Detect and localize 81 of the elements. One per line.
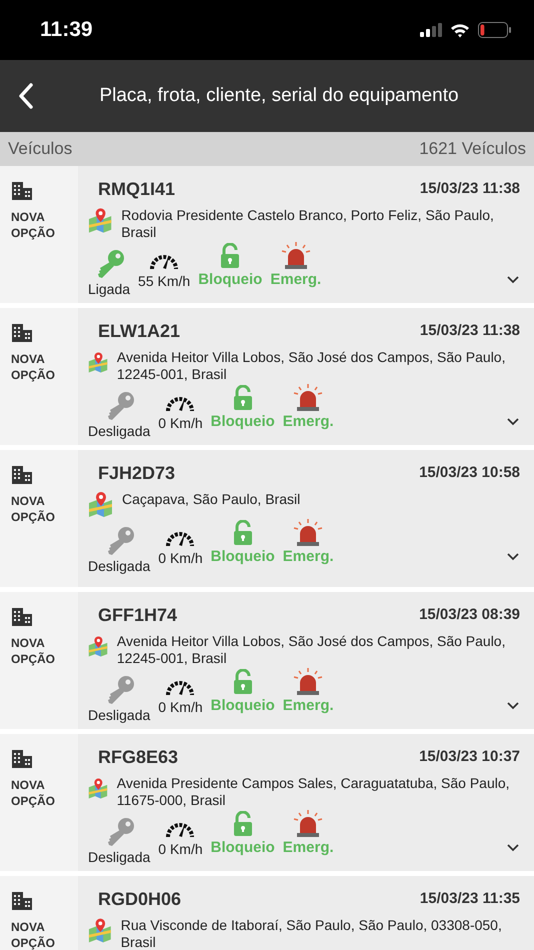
timestamp: 15/03/23 10:58 <box>419 463 520 484</box>
emergency-button[interactable]: Emerg. <box>270 241 322 292</box>
map-pin-icon <box>88 917 113 944</box>
ignition-status: Desligada <box>88 422 150 441</box>
ignition-status: Desligada <box>88 706 150 725</box>
vehicle-count: 1621 Veículos <box>419 138 526 160</box>
timestamp: 15/03/23 08:39 <box>419 605 520 626</box>
chevron-down-icon <box>506 274 520 284</box>
chevron-down-icon <box>506 842 520 852</box>
group-label: NOVA OPÇÃO <box>11 351 56 383</box>
vehicle-plate: RMQ1I41 <box>97 178 176 201</box>
chevron-down-icon <box>506 416 520 426</box>
emergency-button[interactable]: Emerg. <box>282 518 334 568</box>
timestamp: 15/03/23 11:35 <box>420 889 520 910</box>
map-pin-icon <box>88 491 114 518</box>
group-label: NOVA OPÇÃO <box>11 635 56 667</box>
expand-button[interactable] <box>506 416 520 426</box>
siren-icon <box>292 383 324 411</box>
speed-reading: 0 Km/h <box>158 414 203 432</box>
unlocked-padlock-icon <box>232 669 254 695</box>
timestamp: 15/03/23 10:37 <box>419 747 520 768</box>
vehicle-address: Avenida Presidente Campos Sales, Caraguatatuba, São Paulo, 11675-000, Brasil <box>116 775 511 809</box>
expand-button[interactable] <box>506 700 520 710</box>
timestamp: 15/03/23 11:38 <box>420 321 520 342</box>
wifi-icon <box>450 22 470 38</box>
group-label: NOVA OPÇÃO <box>11 777 56 809</box>
siren-icon <box>292 518 324 546</box>
chevron-down-icon <box>506 700 520 710</box>
vehicle-address: Caçapava, São Paulo, Brasil <box>122 491 300 508</box>
group-label: NOVA OPÇÃO <box>11 493 56 525</box>
block-button[interactable]: Bloqueio <box>210 520 275 568</box>
expand-button[interactable] <box>506 274 520 284</box>
vehicle-address: Rodovia Presidente Castelo Branco, Porto Feliz, São Paulo, Brasil <box>121 207 495 241</box>
ignition-status: Desligada <box>88 556 150 576</box>
speed-reading: 0 Km/h <box>158 840 203 858</box>
unlocked-padlock-icon <box>219 243 242 269</box>
building-icon <box>11 890 33 911</box>
signal-icon <box>420 23 442 37</box>
page-title: Placa, frota, cliente, serial do equipamento <box>98 84 460 108</box>
clock-time: 11:39 <box>40 17 93 44</box>
vehicle-plate: ELW1A21 <box>97 320 180 343</box>
unlocked-padlock-icon <box>232 385 254 411</box>
back-icon <box>18 83 34 109</box>
unlocked-padlock-icon <box>232 811 254 837</box>
block-button[interactable]: Bloqueio <box>210 385 275 434</box>
block-button[interactable]: Bloqueio <box>210 669 275 718</box>
building-icon <box>11 606 33 627</box>
siren-icon <box>292 809 324 837</box>
block-button[interactable]: Bloqueio <box>210 811 275 860</box>
ignition-status: Desligada <box>88 848 150 867</box>
siren-icon <box>280 241 312 269</box>
speed-reading: 55 Km/h <box>138 272 190 290</box>
speed-reading: 0 Km/h <box>158 548 203 568</box>
unlocked-padlock-icon <box>232 520 254 546</box>
battery-icon <box>478 22 512 38</box>
emergency-button[interactable]: Emerg. <box>282 809 334 860</box>
group-label: NOVA OPÇÃO <box>11 209 56 241</box>
timestamp: 15/03/23 11:38 <box>420 179 520 200</box>
ignition-status: Ligada <box>88 280 130 299</box>
block-button[interactable]: Bloqueio <box>198 243 262 292</box>
chevron-down-icon <box>506 552 520 560</box>
vehicle-address: Avenida Heitor Villa Lobos, São José dos Campos, São Paulo, 12245-001, Brasil <box>116 633 506 667</box>
vehicle-plate: RFG8E63 <box>97 746 178 769</box>
vehicle-plate: FJH2D73 <box>97 462 176 485</box>
section-label: Veículos <box>8 138 72 160</box>
group-label: NOVA OPÇÃO <box>11 919 56 950</box>
vehicle-plate: RGD0H06 <box>97 888 182 911</box>
speed-reading: 0 Km/h <box>158 698 203 716</box>
expand-button[interactable] <box>506 552 520 560</box>
map-pin-icon <box>88 207 114 234</box>
emergency-button[interactable]: Emerg. <box>282 383 334 434</box>
expand-button[interactable] <box>506 842 520 852</box>
building-icon <box>11 322 33 343</box>
vehicle-address: Avenida Heitor Villa Lobos, São José dos Campos, São Paulo, 12245-001, Brasil <box>116 349 506 383</box>
siren-icon <box>292 667 324 695</box>
building-icon <box>11 748 33 769</box>
vehicle-plate: GFF1H74 <box>97 604 178 627</box>
vehicle-address: Rua Visconde de Itaboraí, São Paulo, São Paulo, 03308-050, Brasil <box>120 917 503 950</box>
building-icon <box>11 180 33 201</box>
building-icon <box>11 464 33 485</box>
emergency-button[interactable]: Emerg. <box>282 667 334 718</box>
